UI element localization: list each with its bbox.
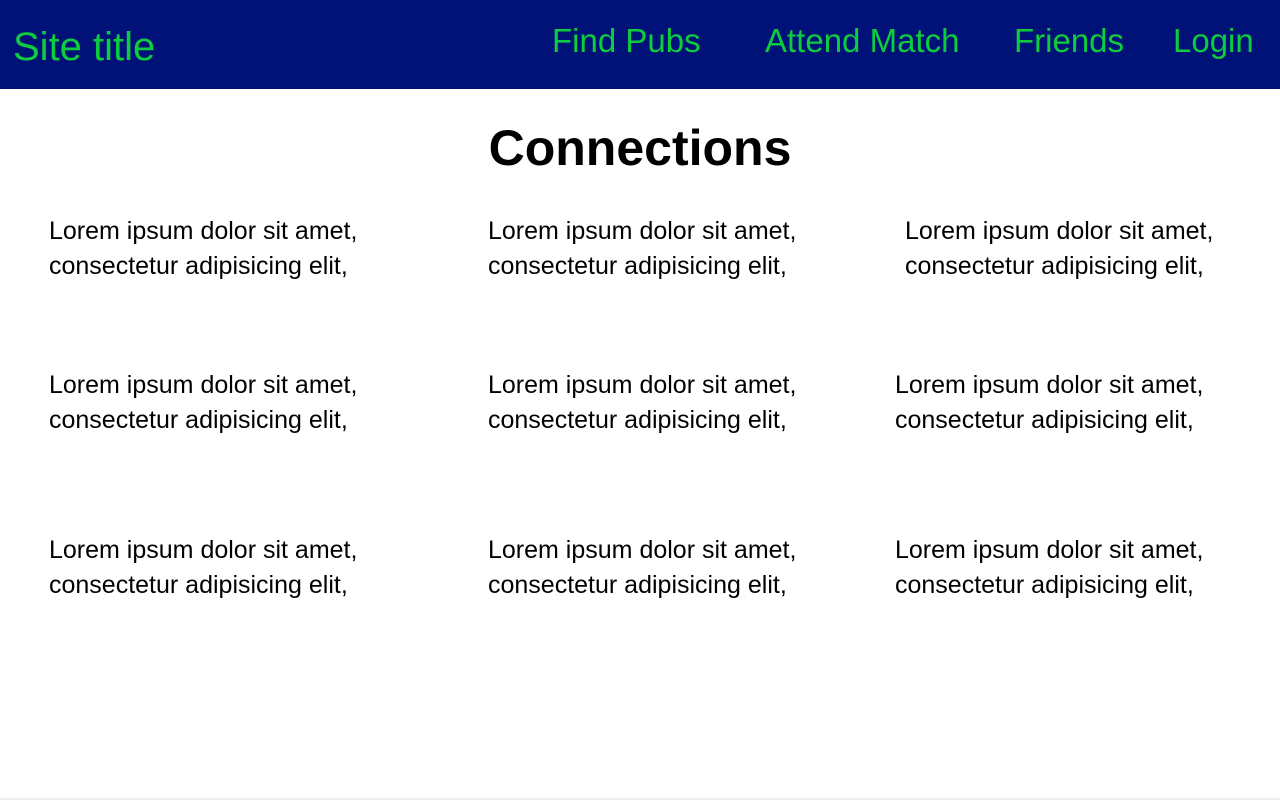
site-title-link[interactable]: Site title — [13, 22, 155, 72]
connection-item: Lorem ipsum dolor sit amet, consectetur … — [49, 533, 357, 603]
connection-text-line-1: Lorem ipsum dolor sit amet, — [905, 217, 1214, 245]
connection-text-line-2: consectetur adipisicing elit, — [488, 406, 787, 434]
connection-text-line-1: Lorem ipsum dolor sit amet, — [488, 536, 797, 564]
connection-item: Lorem ipsum dolor sit amet, consectetur … — [895, 368, 1203, 438]
connection-item: Lorem ipsum dolor sit amet, consectetur … — [488, 214, 796, 284]
page-title: Connections — [488, 120, 792, 176]
connection-text-line-2: consectetur adipisicing elit, — [49, 406, 348, 434]
nav-link-login[interactable]: Login — [1173, 19, 1254, 63]
site-header: Site title Find Pubs Attend Match Friend… — [0, 0, 1280, 89]
nav-link-attend-match[interactable]: Attend Match — [765, 19, 959, 63]
connection-text-line-1: Lorem ipsum dolor sit amet, — [49, 536, 358, 564]
connection-text-line-2: consectetur adipisicing elit, — [895, 571, 1194, 599]
connection-text-line-1: Lorem ipsum dolor sit amet, — [488, 371, 797, 399]
connection-item: Lorem ipsum dolor sit amet, consectetur … — [49, 214, 357, 284]
connection-text-line-2: consectetur adipisicing elit, — [49, 571, 348, 599]
nav-link-find-pubs[interactable]: Find Pubs — [552, 19, 701, 63]
connection-item: Lorem ipsum dolor sit amet, consectetur … — [905, 214, 1213, 284]
connection-text-line-1: Lorem ipsum dolor sit amet, — [49, 217, 358, 245]
connection-item: Lorem ipsum dolor sit amet, consectetur … — [488, 368, 796, 438]
connection-text-line-1: Lorem ipsum dolor sit amet, — [488, 217, 797, 245]
connection-item: Lorem ipsum dolor sit amet, consectetur … — [49, 368, 357, 438]
nav-link-friends[interactable]: Friends — [1014, 19, 1124, 63]
connection-text-line-2: consectetur adipisicing elit, — [49, 252, 348, 280]
connection-text-line-1: Lorem ipsum dolor sit amet, — [895, 371, 1204, 399]
connection-text-line-1: Lorem ipsum dolor sit amet, — [895, 536, 1204, 564]
connection-text-line-2: consectetur adipisicing elit, — [488, 252, 787, 280]
connection-item: Lorem ipsum dolor sit amet, consectetur … — [488, 533, 796, 603]
connection-text-line-1: Lorem ipsum dolor sit amet, — [49, 371, 358, 399]
connection-text-line-2: consectetur adipisicing elit, — [488, 571, 787, 599]
connection-text-line-2: consectetur adipisicing elit, — [905, 252, 1204, 280]
connection-text-line-2: consectetur adipisicing elit, — [895, 406, 1194, 434]
connection-item: Lorem ipsum dolor sit amet, consectetur … — [895, 533, 1203, 603]
